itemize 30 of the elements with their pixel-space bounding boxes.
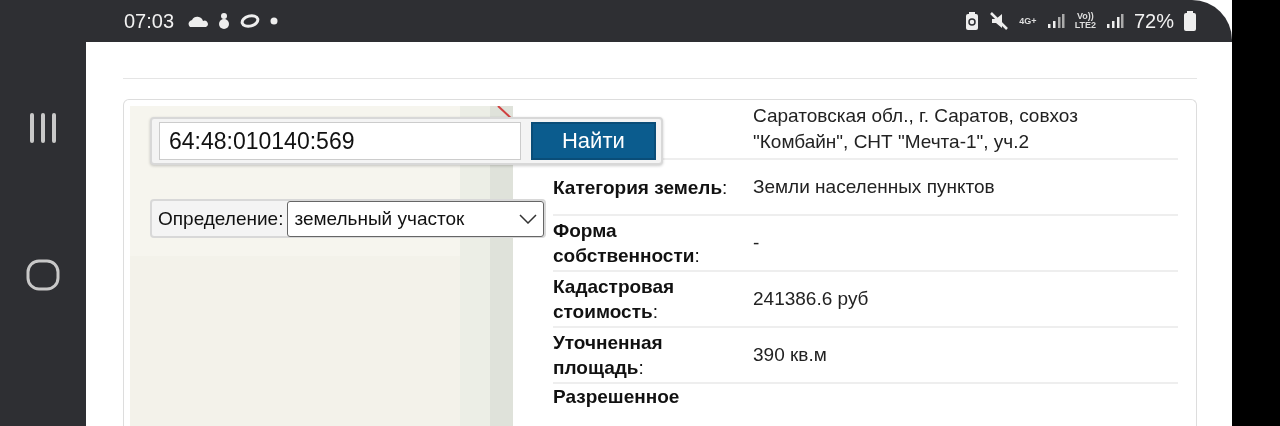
figure-icon [218,13,231,29]
field-value: 241386.6 руб [753,287,870,311]
cloud-icon [188,15,209,27]
battery-percent: 72% [1133,9,1174,33]
field-value: - [753,231,761,255]
recent-apps-icon[interactable] [28,112,58,144]
field-value: 390 кв.м [753,343,828,367]
volte-label: Vo)) LTE2 [1074,12,1096,30]
field-label: Разрешенное [553,385,681,409]
field-label: Форма собственности: [553,219,701,268]
definition-label: Определение: [158,207,284,230]
signal-icon [1105,13,1124,29]
ring-icon [240,14,261,28]
find-button[interactable]: Найти [530,122,656,160]
field-value: Земли населенных пунктов [753,175,996,199]
chevron-down-icon [519,213,537,224]
battery-saver-icon [965,11,980,31]
field-label: Категория земель: [553,175,729,200]
signal-icon [1046,13,1065,29]
dot-icon [270,17,279,25]
battery-icon [1184,11,1196,31]
network-type-label: 4G+ [1019,16,1037,26]
mute-icon [989,12,1010,30]
cadastral-number-field[interactable]: 64:48:010140:569 [159,122,521,160]
definition-select[interactable]: земельный участок [287,200,544,237]
field-label: Уточненная площадь: [553,331,664,380]
field-value: Саратовская обл., г. Саратов, совхоз "Комбайн", СНТ "Мечта-1", уч.2 [753,104,1079,154]
clock-time: 07:03 [124,9,175,33]
home-icon[interactable] [26,259,60,291]
field-label: Кадастровая стоимость: [553,275,676,324]
